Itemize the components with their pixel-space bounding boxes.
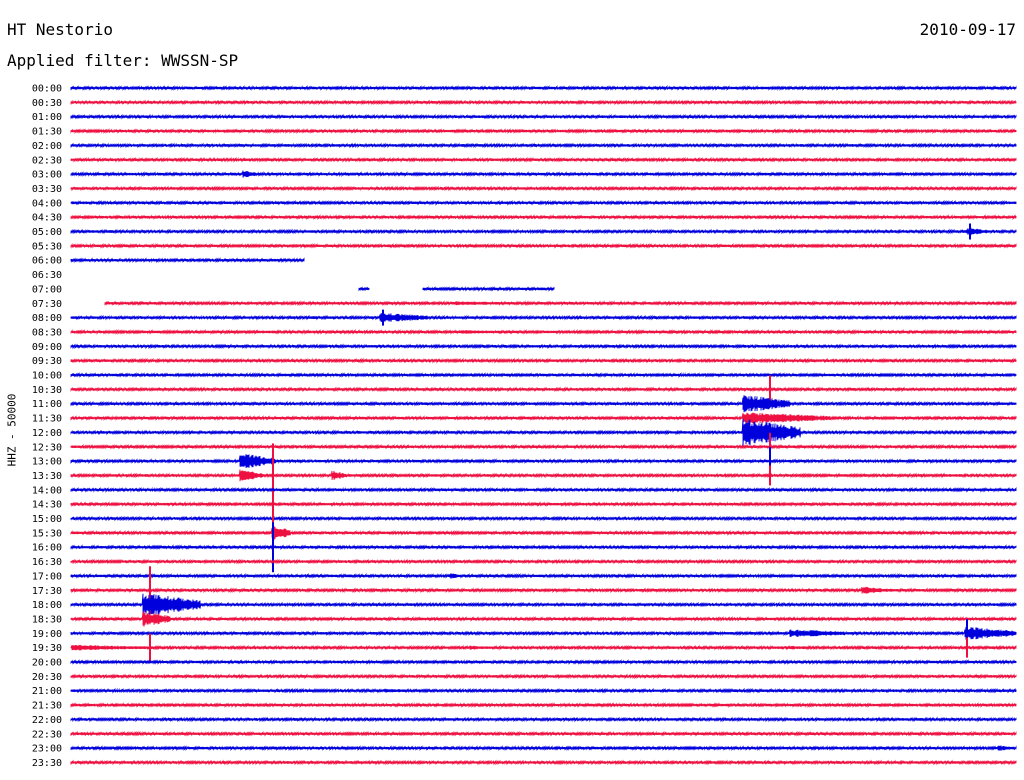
trace-2000 bbox=[70, 658, 1017, 666]
trace-0830 bbox=[70, 328, 1017, 335]
trace-2200 bbox=[70, 716, 1017, 723]
time-tick-label: 15:30 bbox=[32, 528, 62, 539]
time-tick-label: 03:30 bbox=[32, 184, 62, 195]
time-tick-label: 08:00 bbox=[32, 313, 62, 324]
trace-0000 bbox=[70, 84, 1017, 92]
time-tick-label: 01:30 bbox=[32, 127, 62, 138]
trace-0900 bbox=[70, 343, 1017, 350]
trace-2030 bbox=[70, 673, 1017, 680]
time-tick-label: 07:30 bbox=[32, 299, 62, 310]
trace-0500 bbox=[70, 227, 1017, 236]
time-tick-label: 13:30 bbox=[32, 471, 62, 482]
time-tick-label: 04:30 bbox=[32, 213, 62, 224]
trace-1430 bbox=[70, 501, 1017, 508]
trace-1600 bbox=[70, 544, 1017, 551]
trace-1330 bbox=[70, 469, 1017, 482]
time-tick-label: 16:30 bbox=[32, 557, 62, 568]
time-tick-label: 06:30 bbox=[32, 270, 62, 281]
time-tick-label: 19:30 bbox=[32, 643, 62, 654]
trace-0800 bbox=[70, 313, 1017, 323]
time-tick-label: 22:00 bbox=[32, 715, 62, 726]
time-tick-label: 20:30 bbox=[32, 672, 62, 683]
time-tick-label: 09:00 bbox=[32, 342, 62, 353]
time-tick-label: 14:30 bbox=[32, 500, 62, 511]
time-tick-label: 18:00 bbox=[32, 600, 62, 611]
trace-1500 bbox=[70, 515, 1017, 522]
time-tick-label: 15:00 bbox=[32, 514, 62, 525]
time-tick-label: 03:00 bbox=[32, 170, 62, 181]
trace-0530 bbox=[70, 242, 1017, 249]
trace-1930 bbox=[70, 644, 1017, 651]
trace-1100 bbox=[70, 395, 1017, 413]
trace-1630 bbox=[70, 558, 1017, 565]
time-tick-label: 07:00 bbox=[32, 284, 62, 295]
time-tick-label: 11:00 bbox=[32, 399, 62, 410]
time-tick-label: 20:00 bbox=[32, 658, 62, 669]
time-tick-label: 23:30 bbox=[32, 758, 62, 769]
time-tick-label: 02:30 bbox=[32, 155, 62, 166]
time-tick-label: 18:30 bbox=[32, 614, 62, 625]
trace-2330 bbox=[70, 759, 1017, 766]
trace-0030 bbox=[70, 99, 1017, 106]
time-tick-label: 12:00 bbox=[32, 428, 62, 439]
time-tick-label: 21:30 bbox=[32, 701, 62, 712]
trace-0100 bbox=[70, 113, 1017, 120]
time-tick-label: 00:00 bbox=[32, 84, 62, 95]
trace-0330 bbox=[70, 185, 1017, 192]
time-tick-label: 06:00 bbox=[32, 256, 62, 267]
time-tick-label: 11:30 bbox=[32, 414, 62, 425]
time-tick-label: 17:00 bbox=[32, 571, 62, 582]
trace-1000 bbox=[70, 371, 1017, 379]
time-tick-label: 22:30 bbox=[32, 729, 62, 740]
time-tick-label: 00:30 bbox=[32, 98, 62, 109]
time-tick-label: 10:30 bbox=[32, 385, 62, 396]
trace-2100 bbox=[70, 687, 1017, 694]
time-tick-label: 12:30 bbox=[32, 442, 62, 453]
trace-0300 bbox=[70, 170, 1017, 178]
seismogram-plot: 00:00 00:30 01:00 01:30 02:00 02:30 03:00 03:30… bbox=[32, 84, 1017, 769]
time-tick-label: 05:00 bbox=[32, 227, 62, 238]
trace-1830 bbox=[70, 611, 1017, 627]
trace-1130 bbox=[70, 412, 1017, 424]
trace-0400 bbox=[70, 199, 1017, 206]
trace-1530 bbox=[70, 525, 1017, 541]
trace-2230 bbox=[70, 730, 1017, 737]
time-tick-label: 05:30 bbox=[32, 241, 62, 252]
time-tick-label: 13:00 bbox=[32, 457, 62, 468]
time-tick-label: 02:00 bbox=[32, 141, 62, 152]
trace-0930 bbox=[70, 357, 1017, 364]
time-tick-label: 08:30 bbox=[32, 327, 62, 338]
time-tick-label: 19:00 bbox=[32, 629, 62, 640]
trace-0200 bbox=[70, 142, 1017, 149]
time-tick-label: 10:00 bbox=[32, 371, 62, 382]
trace-2300 bbox=[70, 745, 1017, 752]
trace-1300 bbox=[70, 454, 1017, 469]
time-tick-label: 01:00 bbox=[32, 112, 62, 123]
trace-1030 bbox=[70, 386, 1017, 393]
trace-0700 bbox=[358, 285, 555, 292]
trace-2130 bbox=[70, 702, 1017, 709]
trace-1730 bbox=[70, 586, 1017, 594]
trace-0730 bbox=[104, 300, 1017, 307]
time-tick-label: 04:00 bbox=[32, 198, 62, 209]
trace-0430 bbox=[70, 214, 1017, 221]
trace-1800 bbox=[70, 593, 1017, 616]
time-tick-label: 21:00 bbox=[32, 686, 62, 697]
trace-0600 bbox=[70, 257, 305, 264]
trace-1200 bbox=[70, 418, 1017, 447]
time-tick-label: 17:30 bbox=[32, 586, 62, 597]
time-tick-label: 23:00 bbox=[32, 744, 62, 755]
trace-1900 bbox=[70, 626, 1017, 640]
trace-1400 bbox=[70, 486, 1017, 493]
time-tick-label: 14:00 bbox=[32, 485, 62, 496]
trace-1700 bbox=[70, 572, 1017, 579]
trace-1230 bbox=[70, 443, 1017, 450]
time-tick-label: 09:30 bbox=[32, 356, 62, 367]
trace-0130 bbox=[70, 128, 1017, 135]
trace-0230 bbox=[70, 156, 1017, 163]
time-tick-label: 16:00 bbox=[32, 543, 62, 554]
